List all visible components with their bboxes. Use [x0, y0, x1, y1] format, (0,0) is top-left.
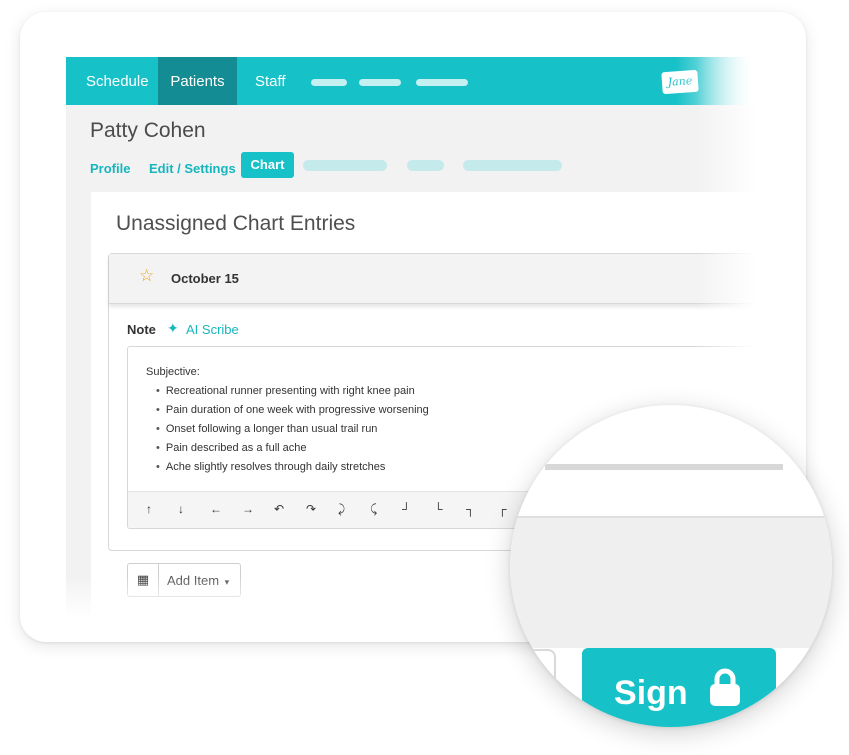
nav-schedule[interactable]: Schedule — [86, 57, 149, 105]
note-bullet: Onset following a longer than usual trai… — [156, 420, 429, 439]
corner-bottom-right-icon[interactable]: ┘ — [402, 502, 411, 516]
sign-button[interactable]: Sign — [582, 648, 776, 727]
tab-placeholder — [303, 160, 387, 171]
note-bullets: Recreational runner presenting with righ… — [146, 382, 429, 477]
tab-profile[interactable]: Profile — [90, 158, 130, 180]
nav-staff[interactable]: Staff — [255, 57, 286, 105]
arrow-left-icon[interactable]: ← — [210, 502, 222, 516]
arrow-up-icon[interactable]: ↑ — [146, 502, 152, 516]
corner-top-left-icon[interactable]: ┌ — [498, 502, 507, 516]
rotate-left-icon[interactable]: ⤹ — [370, 502, 377, 517]
redo-icon[interactable]: ↷ — [306, 502, 316, 516]
undo-icon[interactable]: ↶ — [274, 502, 284, 516]
star-icon[interactable]: ☆ — [139, 266, 154, 286]
tab-placeholder — [463, 160, 562, 171]
zoomed-field — [510, 649, 556, 727]
note-bullet: Recreational runner presenting with righ… — [156, 382, 429, 401]
entry-date: October 15 — [171, 271, 239, 286]
arrow-right-icon[interactable]: → — [242, 502, 254, 516]
note-bullet: Pain duration of one week with progressi… — [156, 401, 429, 420]
patient-name: Patty Cohen — [90, 119, 206, 142]
note-label: Note — [127, 322, 156, 337]
ai-scribe-link[interactable]: AI Scribe — [186, 322, 239, 337]
corner-top-right-icon[interactable]: ┐ — [466, 502, 475, 516]
note-text[interactable]: Subjective: Recreational runner presenti… — [146, 363, 429, 477]
note-bullet: Pain described as a full ache — [156, 439, 429, 458]
nav-placeholder — [359, 79, 401, 86]
tab-edit-settings[interactable]: Edit / Settings — [149, 158, 236, 180]
note-bullet: Ache slightly resolves through daily str… — [156, 458, 429, 477]
corner-bottom-left-icon[interactable]: └ — [434, 502, 443, 516]
rotate-right-icon[interactable]: ⤸ — [338, 502, 345, 517]
zoomed-action-bar: Sign — [510, 516, 832, 727]
zoom-magnifier: Sign — [510, 405, 832, 727]
tab-placeholder — [407, 160, 444, 171]
arrow-down-icon[interactable]: ↓ — [178, 502, 184, 516]
section-title: Unassigned Chart Entries — [116, 212, 356, 235]
nav-patients[interactable]: Patients — [158, 57, 237, 105]
lock-icon — [710, 668, 740, 706]
top-navigation: Schedule Patients Staff Jane — [66, 57, 756, 105]
sparkle-icon: ✦ — [167, 320, 179, 336]
note-heading: Subjective: — [146, 366, 200, 378]
entry-header[interactable]: ☆ October 15 — [109, 254, 756, 304]
zoomed-divider — [545, 464, 783, 470]
nav-placeholder — [311, 79, 347, 86]
tab-chart[interactable]: Chart — [241, 152, 294, 178]
sign-label: Sign — [614, 674, 688, 712]
nav-placeholder — [416, 79, 468, 86]
